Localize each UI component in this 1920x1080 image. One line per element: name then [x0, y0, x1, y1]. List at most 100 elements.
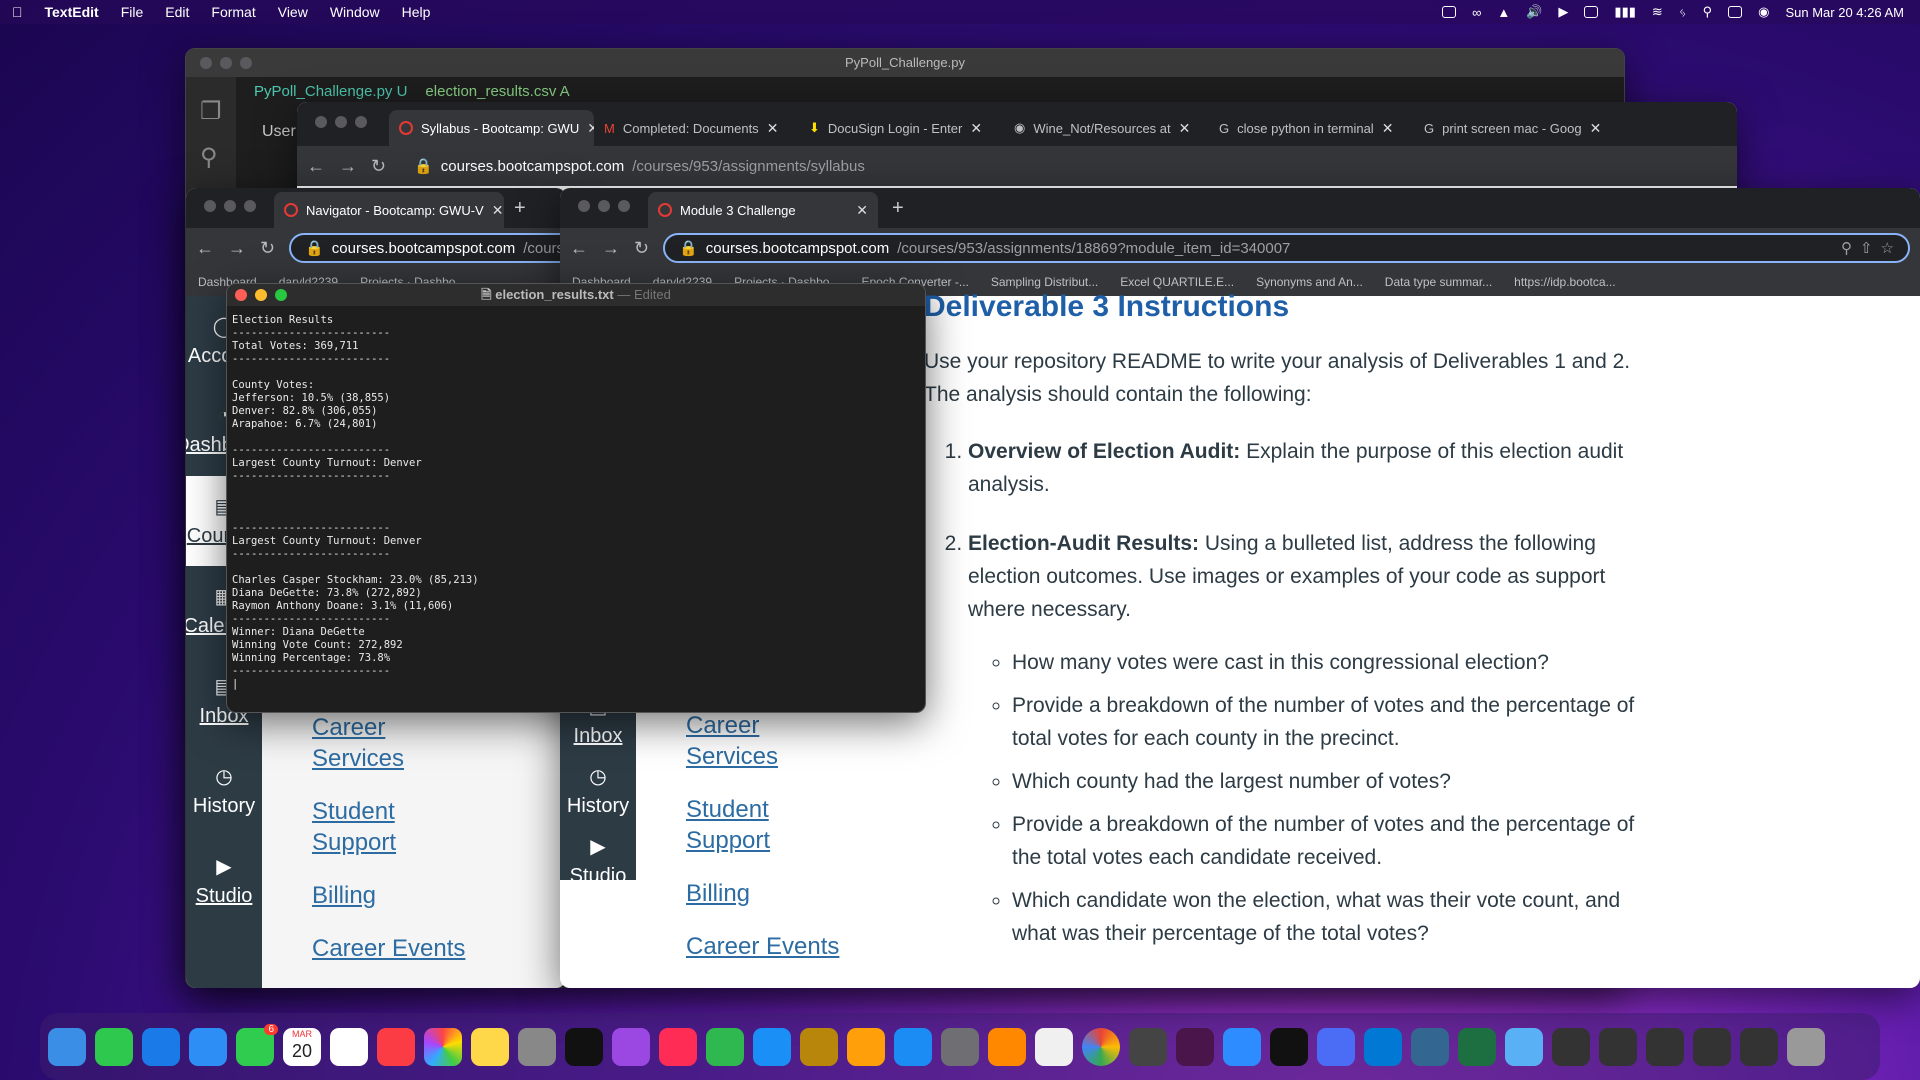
volume-icon[interactable]: 🔊 — [1526, 4, 1542, 20]
back-icon[interactable]: ← — [307, 156, 325, 177]
tab-module-3[interactable]: Module 3 Challenge ✕ — [648, 192, 878, 228]
nav-studio[interactable]: ▶ Studio — [186, 836, 262, 926]
minimized-window-icon[interactable] — [1599, 1027, 1637, 1066]
preview-icon[interactable] — [1129, 1027, 1167, 1066]
link-career-events[interactable]: Career Events — [312, 933, 465, 964]
minimized-window-icon[interactable] — [1740, 1027, 1778, 1066]
forward-icon[interactable]: → — [602, 238, 620, 259]
bluetooth-icon[interactable]: ᛃ — [1679, 5, 1687, 20]
back-icon[interactable]: ← — [196, 238, 214, 259]
tab-syllabus[interactable]: Syllabus - Bootcamp: GWU ✕ — [389, 110, 594, 146]
textedit-traffic-lights[interactable] — [235, 289, 287, 301]
menu-view[interactable]: View — [278, 4, 308, 20]
bookmark[interactable]: Synonyms and An... — [1256, 275, 1363, 289]
tab-google-2[interactable]: Gprint screen mac - Goog ✕ — [1414, 110, 1619, 146]
close-tab-icon[interactable]: ✕ — [856, 202, 868, 219]
tab-navigator[interactable]: Navigator - Bootcamp: GWU-V ✕ — [274, 192, 504, 228]
keynote-icon[interactable] — [753, 1027, 791, 1066]
clock[interactable]: Sun Mar 20 4:26 AM — [1785, 5, 1904, 20]
vscode-traffic-lights[interactable] — [200, 57, 252, 69]
link-student-support[interactable]: Student Support — [312, 796, 432, 858]
reload-icon[interactable]: ↻ — [371, 156, 386, 177]
siri-icon[interactable]: ◉ — [1758, 4, 1769, 20]
tab-github[interactable]: ◉ Wine_Not/Resources at ✕ — [1004, 110, 1209, 146]
system-preferences-icon[interactable] — [941, 1027, 979, 1066]
postgres-icon[interactable] — [1411, 1027, 1449, 1066]
forward-icon[interactable]: → — [228, 238, 246, 259]
bookmark[interactable]: Excel QUARTILE.E... — [1120, 275, 1234, 289]
creative-cloud-icon[interactable]: ∞ — [1472, 5, 1481, 20]
menu-file[interactable]: File — [121, 4, 144, 20]
link-billing[interactable]: Billing — [312, 880, 465, 911]
bookmark-star-icon[interactable]: ☆ — [1881, 239, 1894, 257]
zoom-icon[interactable] — [1223, 1027, 1261, 1066]
spotlight-icon[interactable]: ⚲ — [1703, 4, 1713, 20]
link-billing[interactable]: Billing — [686, 878, 839, 909]
notes-icon[interactable] — [471, 1027, 509, 1066]
new-tab-icon[interactable]: + — [514, 197, 526, 220]
link-student-support[interactable]: Student Support — [686, 794, 806, 856]
facetime-icon[interactable] — [95, 1027, 133, 1066]
podcasts-icon[interactable] — [612, 1027, 650, 1066]
textedit-icon[interactable] — [1035, 1027, 1073, 1066]
app-store-icon[interactable] — [189, 1027, 227, 1066]
chrome-back-traffic-lights[interactable] — [315, 116, 367, 128]
reload-icon[interactable]: ↻ — [634, 238, 649, 259]
search-icon[interactable]: ⚲ — [200, 143, 218, 172]
minimized-window-icon[interactable] — [1552, 1027, 1590, 1066]
finder-icon[interactable] — [48, 1027, 86, 1066]
address-bar[interactable]: 🔒 courses.bootcampspot.com/courses/953/as… — [663, 233, 1910, 263]
close-tab-icon[interactable]: ✕ — [1179, 120, 1191, 137]
menu-window[interactable]: Window — [330, 4, 380, 20]
tab-election-csv[interactable]: election_results.csv A — [425, 83, 569, 101]
vlc-icon[interactable]: ▲ — [1497, 5, 1510, 20]
launchpad-icon[interactable] — [518, 1027, 556, 1066]
back-icon[interactable]: ← — [570, 238, 588, 259]
minimized-window-icon[interactable] — [1646, 1027, 1684, 1066]
close-tab-icon[interactable]: ✕ — [1590, 120, 1602, 137]
address-bar[interactable]: 🔒 courses.bootcampspot.com/courses/953/a… — [400, 151, 1727, 181]
tab-docs[interactable]: M Completed: Documents ✕ — [594, 110, 799, 146]
music-icon[interactable] — [377, 1027, 415, 1066]
reload-icon[interactable]: ↻ — [260, 238, 275, 259]
news-icon[interactable] — [659, 1027, 697, 1066]
chrome-left-traffic-lights[interactable] — [204, 200, 256, 212]
close-tab-icon[interactable]: ✕ — [767, 120, 779, 137]
link-career-services[interactable]: Career Services — [686, 710, 806, 772]
close-tab-icon[interactable]: ✕ — [970, 120, 982, 137]
zoom-icon[interactable]: ⚲ — [1841, 239, 1852, 257]
calendar-icon[interactable]: MAR 20 — [283, 1027, 321, 1066]
share-icon[interactable]: ⇧ — [1860, 239, 1873, 257]
signal-icon[interactable] — [1317, 1027, 1355, 1066]
apple-menu-icon[interactable]:  — [12, 4, 23, 20]
battery-icon[interactable]: ▮▮▮ — [1614, 4, 1635, 20]
chrome-main-traffic-lights[interactable] — [578, 200, 630, 212]
link-career-services[interactable]: Career Services — [312, 712, 432, 774]
display-icon[interactable] — [1584, 6, 1599, 18]
vlc-icon[interactable] — [988, 1027, 1026, 1066]
screen-record-icon[interactable] — [1442, 6, 1457, 18]
new-tab-icon[interactable]: + — [892, 197, 904, 220]
terminal-icon[interactable] — [1270, 1027, 1308, 1066]
minimized-window-icon[interactable] — [1693, 1027, 1731, 1066]
folder-icon[interactable] — [1505, 1027, 1543, 1066]
contacts-icon[interactable] — [800, 1027, 838, 1066]
app-menu[interactable]: TextEdit — [45, 4, 99, 20]
bookmark[interactable]: Sampling Distribut... — [991, 275, 1098, 289]
menu-format[interactable]: Format — [211, 4, 255, 20]
trash-icon[interactable] — [1787, 1027, 1825, 1066]
bookmark[interactable]: Data type summar... — [1385, 275, 1492, 289]
reminders-icon[interactable] — [330, 1027, 368, 1066]
numbers-icon[interactable] — [706, 1027, 744, 1066]
tab-google-1[interactable]: Gclose python in terminal ✕ — [1209, 110, 1414, 146]
chrome-icon[interactable] — [1082, 1027, 1120, 1066]
play-icon[interactable]: ▶ — [1558, 4, 1568, 20]
close-tab-icon[interactable]: ✕ — [587, 120, 594, 137]
nav-studio[interactable]: ▶ Studio — [560, 826, 636, 896]
messages-icon[interactable]: 6 — [236, 1023, 278, 1066]
bookmark[interactable]: https://idp.bootca... — [1514, 275, 1615, 289]
menu-help[interactable]: Help — [402, 4, 431, 20]
close-tab-icon[interactable]: ✕ — [492, 202, 504, 219]
photos-icon[interactable] — [424, 1027, 462, 1066]
forward-icon[interactable]: → — [339, 156, 357, 177]
